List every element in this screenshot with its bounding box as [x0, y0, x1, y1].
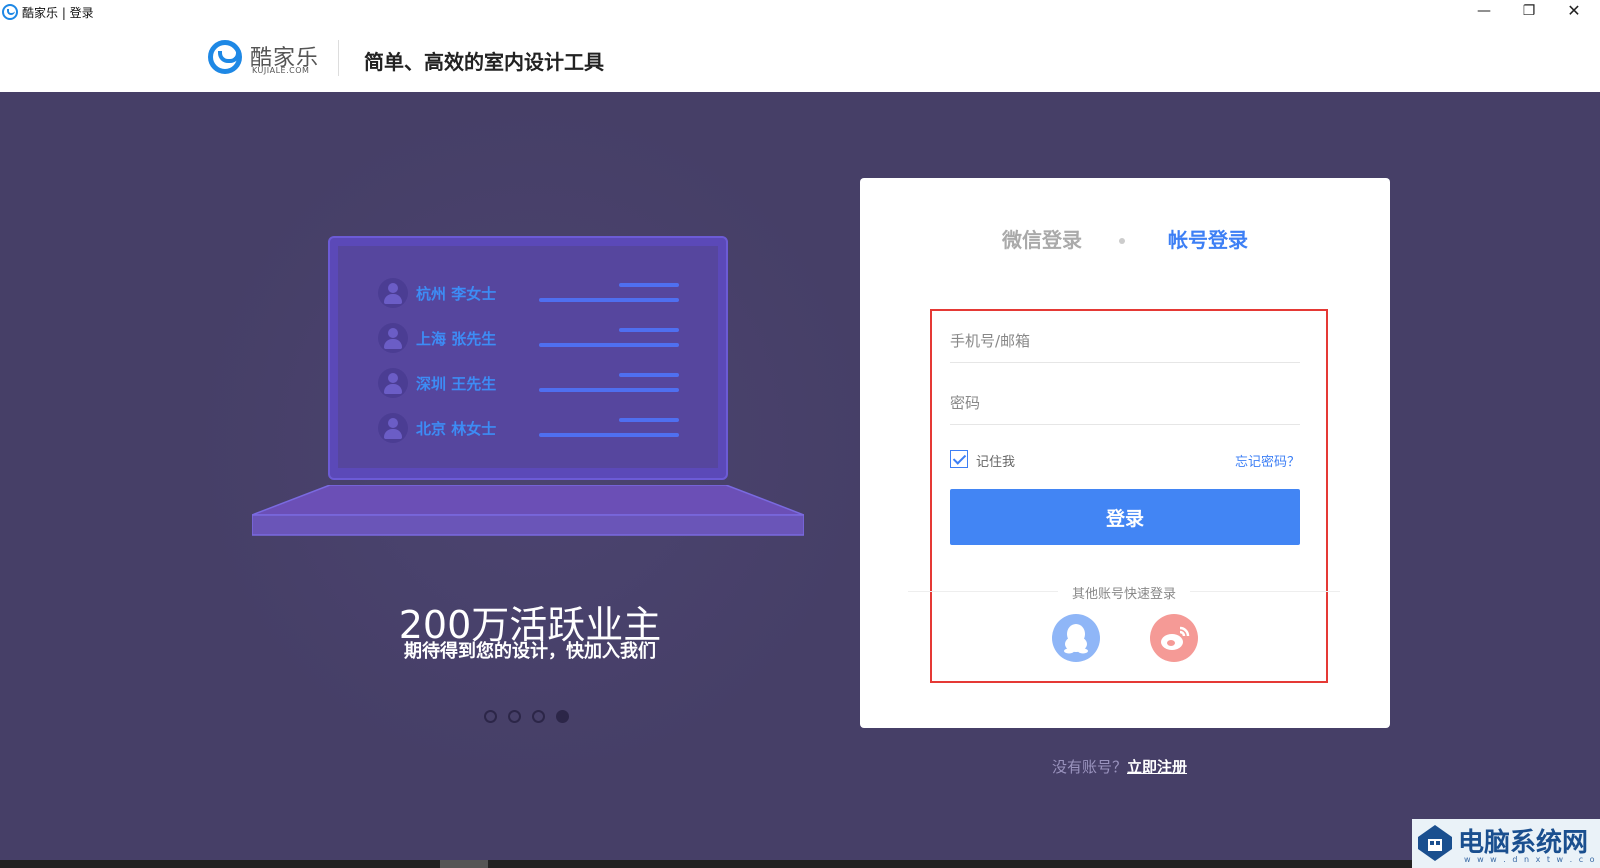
remember-me-label: 记住我	[976, 455, 1016, 470]
tab-wechat-login[interactable]: 微信登录	[1002, 224, 1082, 253]
close-button[interactable]: ✕	[1554, 0, 1594, 24]
showcase-user-name: 上海 张先生	[416, 330, 497, 348]
watermark-url: w w w . d n x t w . c o m	[1464, 855, 1600, 864]
header-tagline: 简单、高效的室内设计工具	[364, 50, 604, 74]
decorative-bar	[619, 328, 679, 332]
site-watermark: 电脑系统网 w w w . d n x t w . c o m	[1412, 819, 1600, 868]
login-card: 微信登录 帐号登录 记住我 忘记密码？ 登录 其他账号快速登录	[860, 178, 1390, 728]
site-header: 酷家乐 KUJIALE.COM 简单、高效的室内设计工具	[0, 24, 1600, 92]
showcase-user-name: 杭州 李女士	[416, 285, 497, 303]
tab-separator	[1119, 238, 1125, 244]
decorative-bar	[539, 298, 679, 302]
logo-subtext: KUJIALE.COM	[252, 66, 310, 75]
decorative-bar	[619, 373, 679, 377]
divider-line	[908, 591, 1058, 592]
tab-account-login[interactable]: 帐号登录	[1168, 224, 1248, 253]
qq-login-button[interactable]	[1052, 614, 1100, 662]
decorative-bar	[539, 343, 679, 347]
forgot-password-link[interactable]: 忘记密码？	[1230, 451, 1300, 470]
user-avatar-icon	[378, 368, 408, 398]
showcase-user-name: 北京 林女士	[416, 420, 497, 438]
qq-icon	[1064, 624, 1088, 654]
showcase-subline: 期待得到您的设计，快加入我们	[404, 641, 656, 662]
user-avatar-icon	[378, 278, 408, 308]
weibo-icon	[1161, 626, 1190, 650]
decorative-bar	[539, 388, 679, 392]
restore-button[interactable]: ❐	[1509, 0, 1549, 24]
decorative-bar	[619, 283, 679, 287]
password-input[interactable]	[950, 381, 1300, 424]
user-avatar-icon	[378, 413, 408, 443]
divider-line	[1190, 591, 1340, 592]
username-input[interactable]	[950, 319, 1300, 362]
username-field	[950, 319, 1300, 363]
password-field	[950, 381, 1300, 425]
main-area: 杭州 李女士 上海 张先生 深圳 王先生 北京 林女士 200万活跃业主 期待得…	[0, 92, 1600, 868]
register-prompt-text: 没有账号？	[1052, 758, 1128, 776]
house-shield-icon	[1418, 825, 1452, 861]
window-title: 酷家乐 | 登录	[22, 6, 94, 20]
bottom-bar-segment	[440, 860, 488, 868]
minimize-button[interactable]: —	[1464, 0, 1504, 24]
watermark-text: 电脑系统网	[1458, 828, 1589, 858]
window-titlebar: 酷家乐 | 登录 — ❐ ✕	[0, 0, 1600, 24]
user-avatar-icon	[378, 323, 408, 353]
decorative-bar	[619, 418, 679, 422]
other-login-label: 其他账号快速登录	[1071, 587, 1176, 602]
remember-me-checkbox[interactable]	[950, 450, 968, 468]
register-link[interactable]: 立即注册	[1127, 758, 1187, 776]
laptop-screen-illustration	[328, 236, 728, 480]
carousel-dot[interactable]	[508, 710, 521, 723]
laptop-base-illustration	[252, 485, 804, 536]
carousel-dot[interactable]	[532, 710, 545, 723]
register-prompt: 没有账号？立即注册	[1052, 756, 1187, 777]
app-logo-icon	[2, 4, 18, 20]
login-button[interactable]: 登录	[950, 489, 1300, 545]
header-divider	[338, 40, 339, 76]
decorative-bar	[539, 433, 679, 437]
bottom-bar	[0, 860, 1412, 868]
weibo-login-button[interactable]	[1150, 614, 1198, 662]
carousel-dot[interactable]	[484, 710, 497, 723]
showcase-user-name: 深圳 王先生	[416, 375, 497, 393]
carousel-dot-active[interactable]	[556, 710, 569, 723]
kujiale-logo-icon	[208, 40, 242, 74]
